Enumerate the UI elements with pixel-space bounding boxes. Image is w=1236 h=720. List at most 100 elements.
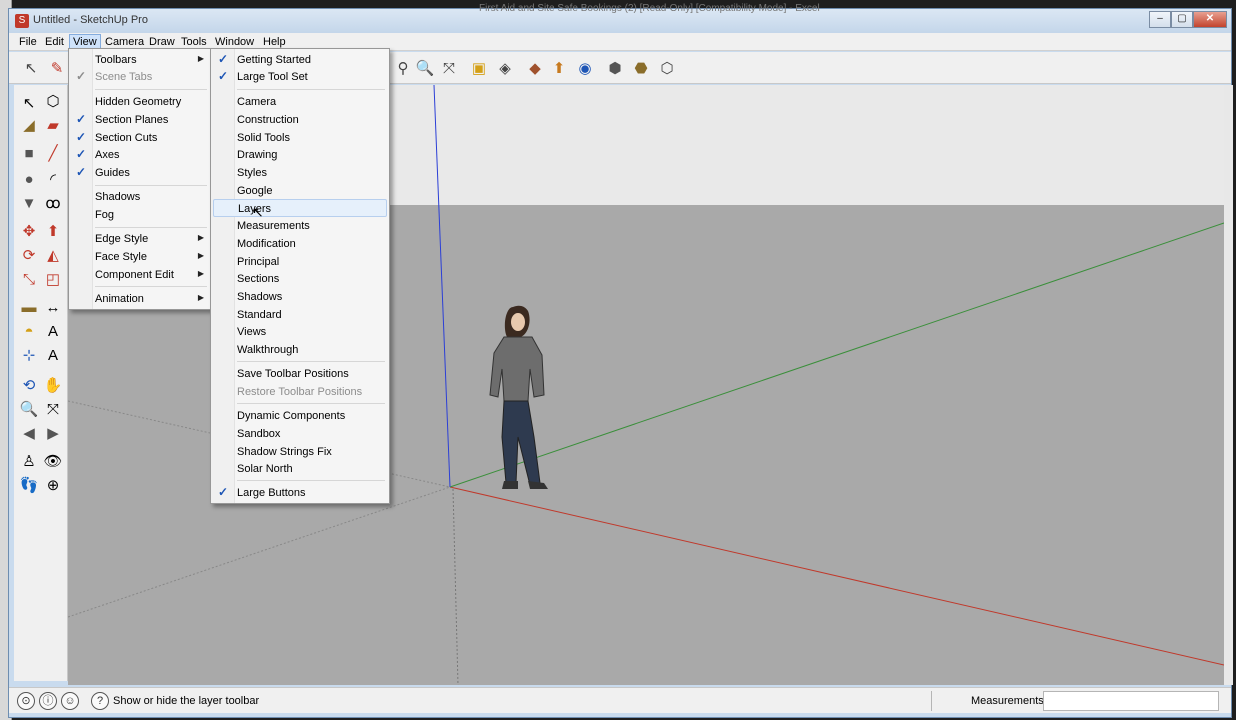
eraser-icon[interactable]: ▰ [42,115,64,137]
view-menu-shadows[interactable]: Shadows [71,188,209,206]
toolbars-item-modification[interactable]: Modification [213,235,387,253]
add-location-icon[interactable]: ⬣ [631,59,651,79]
walk-icon[interactable]: 👣 [18,475,40,497]
rectangle-icon[interactable]: ■ [18,143,40,165]
share-component-icon[interactable]: ◆ [525,59,545,79]
measurements-input[interactable] [1043,691,1219,711]
toolbars-item-sections[interactable]: Sections [213,270,387,288]
menu-help[interactable]: Help [263,36,286,48]
zoom-tool-icon[interactable]: 🔍 [415,59,435,79]
view-menu-section-cuts[interactable]: ✓ Section Cuts [71,129,209,147]
toolbars-item-views[interactable]: Views [213,323,387,341]
toolbars-item-camera[interactable]: Camera [213,93,387,111]
extension-warehouse-icon[interactable]: ⬆ [549,59,569,79]
text-icon[interactable]: A [42,321,64,343]
toolbars-item-restore-positions[interactable]: Restore Toolbar Positions [213,383,387,401]
toolbars-item-shadow-strings-fix[interactable]: Shadow Strings Fix [213,443,387,461]
toolbars-item-measurements[interactable]: Measurements [213,217,387,235]
circle-icon[interactable]: ● [18,169,40,191]
pan-icon[interactable]: ✋ [42,375,64,397]
section-plane-icon[interactable]: ⊕ [42,475,64,497]
geo-location-icon[interactable]: ⊙ [17,692,35,710]
menu-tools[interactable]: Tools [181,36,207,48]
toggle-terrain-icon[interactable]: ⬡ [657,59,677,79]
previous-view-icon[interactable]: ◀ [18,423,40,445]
zoom-extents-icon[interactable]: ⤧ [439,59,459,79]
look-around-icon[interactable]: 👁 [42,451,64,473]
submenu-arrow-icon: ▶ [197,233,204,242]
make-component-icon[interactable]: ⬡ [42,91,64,113]
view-menu-component-edit[interactable]: Component Edit ▶ [71,266,209,284]
help-icon[interactable]: ? [91,692,109,710]
get-models-icon[interactable]: ▣ [469,59,489,79]
toolbars-item-walkthrough[interactable]: Walkthrough [213,341,387,359]
paint-bucket-icon[interactable]: ◢ [18,115,40,137]
toolbars-item-save-positions[interactable]: Save Toolbar Positions [213,365,387,383]
view-menu-edge-style[interactable]: Edge Style ▶ [71,230,209,248]
toolbars-item-styles[interactable]: Styles [213,164,387,182]
preview-google-earth-icon[interactable]: ⬢ [605,59,625,79]
share-model-icon[interactable]: ◈ [495,59,515,79]
scale-icon[interactable]: ⤡ [18,269,40,291]
minimize-button[interactable]: – [1149,11,1171,28]
view-menu-animation[interactable]: Animation ▶ [71,290,209,308]
position-camera-icon[interactable]: ♙ [18,451,40,473]
toolbars-item-dynamic-components[interactable]: Dynamic Components [213,407,387,425]
orbit-icon[interactable]: ⟲ [18,375,40,397]
view-menu-toolbars[interactable]: Toolbars ▶ [71,51,209,69]
arc-icon[interactable]: ◜ [42,169,64,191]
maximize-button[interactable]: ▢ [1171,11,1193,28]
toolbars-item-principal[interactable]: Principal [213,253,387,271]
toolbars-item-standard[interactable]: Standard [213,306,387,324]
offset-icon[interactable]: ◰ [42,269,64,291]
close-button[interactable]: ✕ [1193,11,1227,28]
menu-draw[interactable]: Draw [149,36,175,48]
move-icon[interactable]: ✥ [18,221,40,243]
walk-tool-icon[interactable]: ⚲ [393,59,413,79]
view-menu-face-style[interactable]: Face Style ▶ [71,248,209,266]
toolbars-item-sandbox[interactable]: Sandbox [213,425,387,443]
toolbars-item-getting-started[interactable]: ✓ Getting Started [213,51,387,69]
menu-window[interactable]: Window [215,36,254,48]
push-pull-icon[interactable]: ⬆ [42,221,64,243]
next-view-icon[interactable]: ▶ [42,423,64,445]
vertical-scrollbar[interactable] [1224,85,1233,685]
credits-icon[interactable]: ⓘ [39,692,57,710]
toolbars-item-solar-north[interactable]: Solar North [213,460,387,478]
select-tool-icon[interactable]: ↖ [21,59,41,79]
view-menu-fog[interactable]: Fog [71,206,209,224]
toolbars-item-google[interactable]: Google [213,182,387,200]
photo-textures-icon[interactable]: ◉ [575,59,595,79]
zoom-icon[interactable]: 🔍 [18,399,40,421]
toolbars-item-large-buttons[interactable]: ✓ Large Buttons [213,484,387,502]
view-menu-axes[interactable]: ✓ Axes [71,146,209,164]
dimension-icon[interactable]: ↔ [42,297,64,319]
menu-edit[interactable]: Edit [45,36,64,48]
user-icon[interactable]: ☺ [61,692,79,710]
follow-me-icon[interactable]: ◭ [42,245,64,267]
view-menu-guides[interactable]: ✓ Guides [71,164,209,182]
toolbars-item-construction[interactable]: Construction [213,111,387,129]
toolbars-item-drawing[interactable]: Drawing [213,146,387,164]
select-icon[interactable]: ↖ [18,93,40,115]
line-icon[interactable]: ╱ [42,143,64,165]
3d-text-icon[interactable]: A [42,345,64,367]
pencil-tool-icon[interactable]: ✎ [47,59,67,79]
menu-file[interactable]: File [19,36,37,48]
toolbars-item-large-tool-set[interactable]: ✓ Large Tool Set [213,68,387,86]
view-menu-hidden-geometry[interactable]: Hidden Geometry [71,93,209,111]
tape-measure-icon[interactable]: ▬ [18,297,40,319]
view-menu-scene-tabs[interactable]: ✓ Scene Tabs [71,68,209,86]
axes-icon[interactable]: ⊹ [18,345,40,367]
toolbars-item-shadows[interactable]: Shadows [213,288,387,306]
view-menu-item-label: Fog [95,209,114,221]
protractor-icon[interactable]: ◓ [18,321,40,343]
view-menu-section-planes[interactable]: ✓ Section Planes [71,111,209,129]
polygon-icon[interactable]: ▼ [18,193,40,215]
toolbars-item-layers[interactable]: Layers [213,199,387,217]
freehand-icon[interactable]: ꝏ [42,193,64,215]
toolbars-item-solid-tools[interactable]: Solid Tools [213,129,387,147]
rotate-icon[interactable]: ⟳ [18,245,40,267]
zoom-window-icon[interactable]: ⤧ [42,399,64,421]
menu-camera[interactable]: Camera [105,36,144,48]
